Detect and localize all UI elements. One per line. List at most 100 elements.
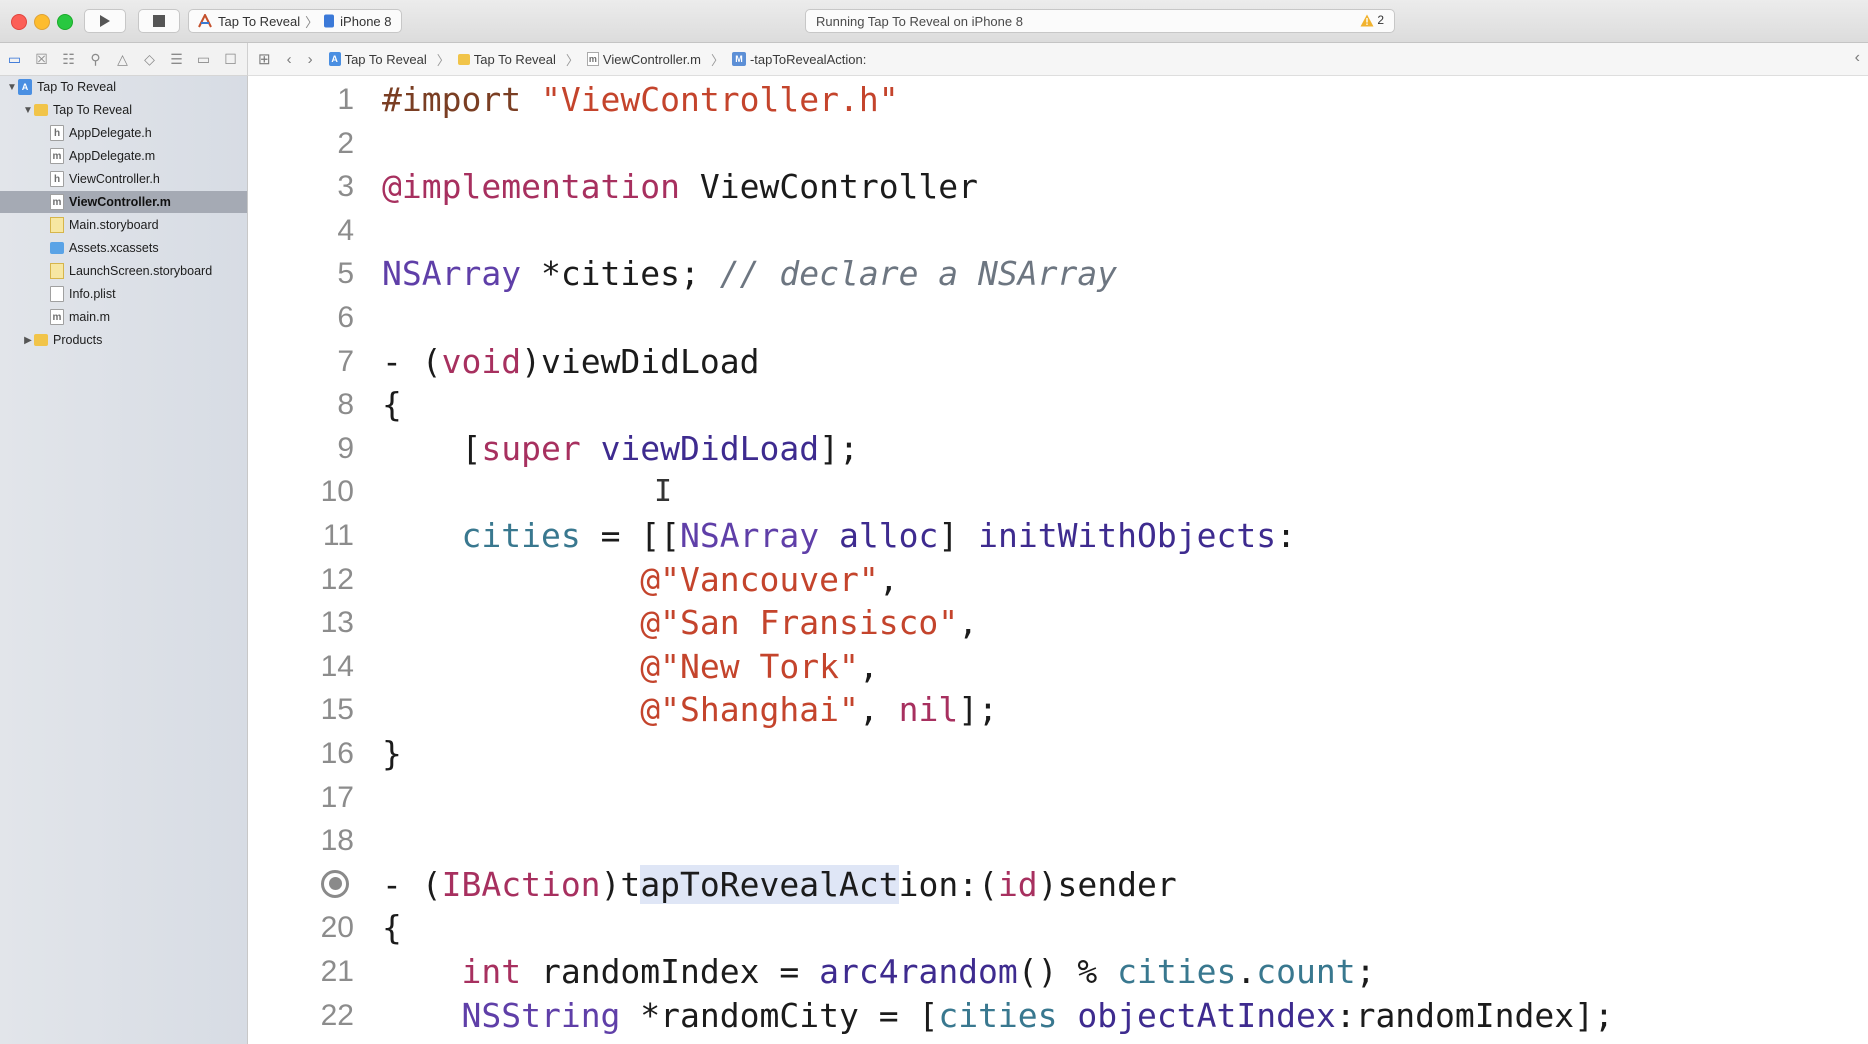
zoom-window-button[interactable] (57, 14, 73, 30)
navigator-item[interactable]: Assets.xcassets (0, 237, 247, 259)
code-token: cities (461, 516, 581, 555)
code-line[interactable]: 12 @"Vancouver", (248, 558, 1868, 602)
navigator-item[interactable]: ▼ A Tap To Reveal (0, 76, 247, 98)
code-line[interactable]: 17 (248, 776, 1868, 820)
line-number: 4 (337, 213, 354, 247)
source-control-icon[interactable]: ☒ (31, 49, 52, 70)
breakpoint-icon[interactable]: ▭ (193, 49, 214, 70)
code-line[interactable]: 5 NSArray *cities; // declare a NSArray (248, 252, 1868, 296)
file-icon (50, 286, 64, 302)
close-window-button[interactable] (11, 14, 27, 30)
navigator-item[interactable]: h ViewController.h (0, 168, 247, 190)
navigator-item[interactable]: ▶ Products (0, 329, 247, 351)
code-text: @implementation ViewController (382, 165, 978, 209)
code-token: , (858, 690, 899, 730)
code-line[interactable]: 6 (248, 296, 1868, 340)
related-items-icon[interactable]: ⊞ (258, 50, 271, 68)
code-line[interactable]: 14 @"New Tork", (248, 645, 1868, 689)
code-token: - ( (382, 864, 442, 904)
run-button[interactable] (84, 9, 126, 33)
line-number: 1 (337, 83, 354, 116)
navigator-item[interactable]: LaunchScreen.storyboard (0, 260, 247, 282)
storyboard-icon (50, 263, 64, 279)
code-line[interactable]: 3 @implementation ViewController (248, 165, 1868, 209)
destination-name: iPhone 8 (340, 13, 392, 29)
navigator-item[interactable]: ▼ Tap To Reveal (0, 99, 247, 121)
breadcrumb-label: Tap To Reveal (344, 51, 427, 67)
code-line[interactable]: 7 - (void)viewDidLoad (248, 340, 1868, 384)
line-number: 10 (320, 475, 354, 509)
code-token: ]; (958, 690, 998, 730)
code-line[interactable]: 10 (248, 470, 1868, 514)
code-line[interactable]: - (IBAction)tapToRevealAction:(id)sender (248, 863, 1868, 907)
code-line[interactable]: 18 (248, 819, 1868, 863)
disclosure-expanded-icon[interactable]: ▼ (6, 82, 18, 93)
code-token: - ( (382, 341, 442, 381)
navigator-item[interactable]: m ViewController.m (0, 191, 247, 213)
scheme-name: Tap To Reveal (218, 13, 301, 29)
file-icon: m (50, 148, 64, 164)
code-text: { (382, 383, 402, 427)
file-icon: m (50, 194, 64, 210)
navigator-item[interactable]: m main.m (0, 306, 247, 328)
code-line[interactable]: 16} (248, 732, 1868, 776)
folder-icon[interactable]: ▭ (4, 49, 25, 70)
code-token: int (461, 952, 522, 991)
code-line[interactable]: 9 [super viewDidLoad]; (248, 427, 1868, 471)
code-line[interactable]: 21 int randomIndex = arc4random() % citi… (248, 950, 1868, 994)
symbol-icon[interactable]: ☷ (58, 49, 79, 70)
line-number: 5 (337, 257, 354, 291)
code-line[interactable]: 8{ (248, 383, 1868, 427)
navigator-item[interactable]: Info.plist (0, 283, 247, 305)
back-arrow-icon[interactable]: ‹ (287, 51, 292, 68)
test-icon[interactable]: ◇ (139, 49, 160, 70)
code-token: alloc (839, 516, 939, 555)
code-token: super (481, 428, 581, 468)
find-icon[interactable]: ⚲ (85, 49, 106, 70)
code-line[interactable]: 20 { (248, 906, 1868, 950)
breakpoint-icon[interactable] (321, 869, 349, 898)
scheme-selector[interactable]: Tap To Reveal 〉 iPhone 8 (188, 9, 402, 33)
breadcrumb-item[interactable]: M -tapToRevealAction: (731, 52, 866, 67)
code-line[interactable]: 2 (248, 122, 1868, 166)
breadcrumb-item[interactable]: A Tap To Reveal 〉 (328, 50, 450, 69)
chevron-right-icon: 〉 (565, 52, 579, 68)
selected-text: apToRevealAct (640, 864, 899, 904)
code-line[interactable]: 13 @"San Fransisco", (248, 601, 1868, 645)
stop-button[interactable] (138, 9, 180, 33)
report-icon[interactable]: ☐ (220, 49, 241, 70)
file-icon: m (586, 52, 599, 66)
code-line[interactable]: 1 #import "ViewController.h" (248, 78, 1868, 122)
warnings-indicator[interactable]: 2 (1360, 13, 1384, 27)
minimize-window-button[interactable] (34, 14, 50, 30)
navigator-item-label: Tap To Reveal (53, 103, 132, 117)
code-line[interactable]: 4 (248, 209, 1868, 253)
source-editor[interactable]: 1 #import "ViewController.h" 2 3 @implementa… (248, 76, 1868, 1044)
navigator-item-label: AppDelegate.m (69, 149, 156, 163)
breadcrumb-item[interactable]: Tap To Reveal 〉 (457, 50, 579, 69)
navigator-item[interactable]: m AppDelegate.m (0, 145, 247, 167)
code-line[interactable]: 22 NSString *randomCity = [cities object… (248, 994, 1868, 1038)
navigator-item[interactable]: Main.storyboard (0, 214, 247, 236)
code-token: // declare a NSArray (719, 254, 1118, 294)
method-icon: M (731, 52, 746, 66)
code-line[interactable]: 15 @"Shanghai", nil]; (248, 688, 1868, 732)
disclosure-collapsed-icon[interactable]: ▶ (22, 335, 34, 346)
code-token: cities (1117, 952, 1237, 991)
issue-icon[interactable]: △ (112, 49, 133, 70)
breadcrumb-item[interactable]: m ViewController.m 〉 (586, 50, 724, 69)
code-token: { (382, 908, 402, 948)
code-line[interactable]: 11 cities = [[NSArray alloc] initWithObj… (248, 514, 1868, 558)
disclosure-expanded-icon[interactable]: ▼ (22, 105, 34, 116)
code-token: } (382, 734, 402, 773)
window-toolbar: Tap To Reveal 〉 iPhone 8 Running Tap To … (0, 0, 1868, 43)
forward-arrow-icon[interactable]: › (308, 51, 313, 68)
navigator-item[interactable]: h AppDelegate.h (0, 122, 247, 144)
chevron-left-icon[interactable]: ‹ (1855, 49, 1860, 67)
code-token: viewDidLoad (600, 428, 820, 468)
debug-icon[interactable]: ☰ (166, 49, 187, 70)
